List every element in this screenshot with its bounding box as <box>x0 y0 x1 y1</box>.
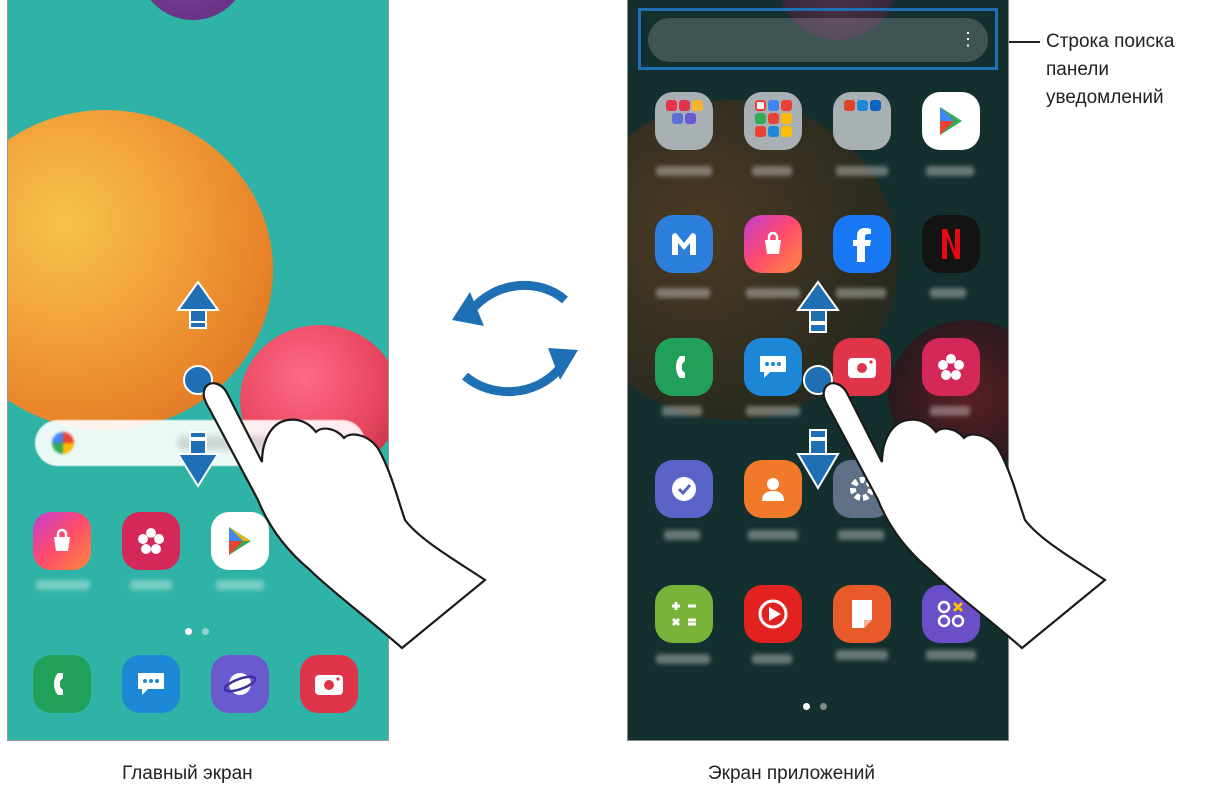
callout-line-3: уведомлений <box>1046 87 1164 108</box>
search-bar-callout: Строка поиска панели уведомлений <box>1046 28 1221 112</box>
gesture-layer-right <box>796 280 1107 650</box>
apps-screen-caption: Экран приложений <box>708 763 875 784</box>
callout-line-1: Строка поиска <box>1046 31 1175 52</box>
home-screen-caption: Главный экран <box>122 763 253 784</box>
arrow-up-icon <box>796 280 840 333</box>
arrow-down-icon <box>796 429 840 490</box>
callout-line-2: панели <box>1046 59 1109 80</box>
hand-pointer <box>822 382 1107 650</box>
